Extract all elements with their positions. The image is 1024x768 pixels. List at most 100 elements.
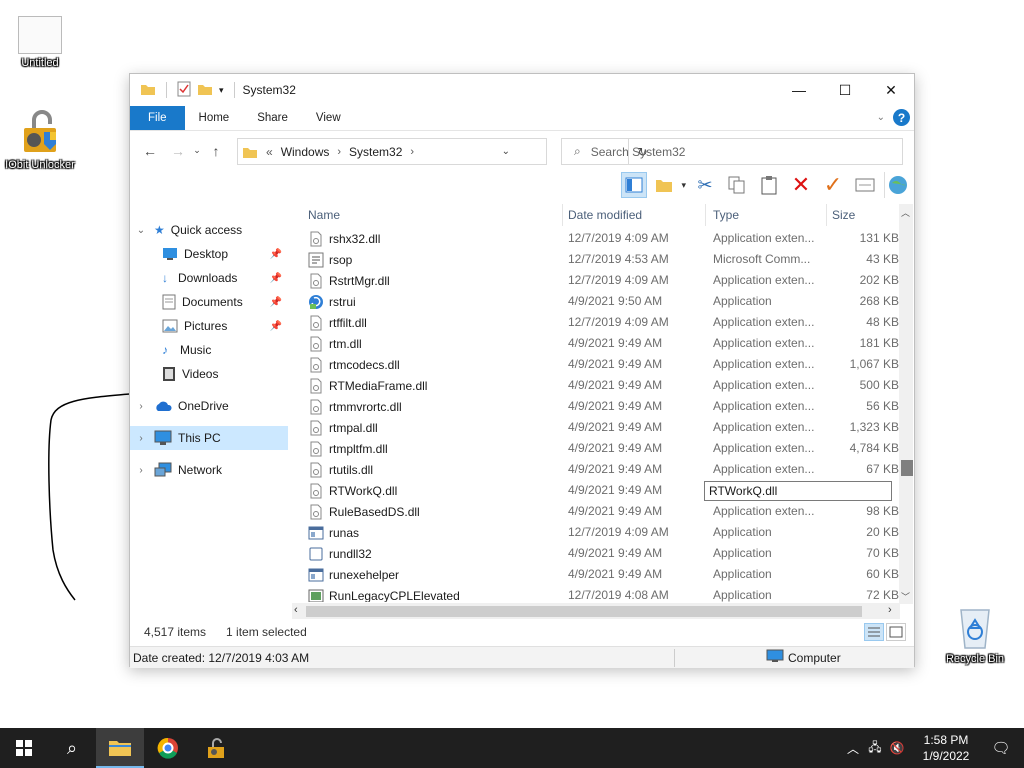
chevron-right-icon[interactable]: › xyxy=(134,401,148,412)
copy-icon[interactable] xyxy=(724,172,750,198)
file-type: Application xyxy=(713,525,772,539)
horizontal-scrollbar[interactable]: ‹ › xyxy=(292,603,900,619)
notifications-icon[interactable]: 🗨 xyxy=(990,739,1012,757)
file-row[interactable]: RstrtMgr.dll 12/7/2019 4:09 AM Application… xyxy=(300,270,900,291)
file-row[interactable]: rshx32.dll 12/7/2019 4:09 AM Application e… xyxy=(300,228,900,249)
scroll-thumb[interactable] xyxy=(306,606,862,617)
nav-desktop[interactable]: Desktop 📌 xyxy=(130,242,288,266)
vertical-scrollbar[interactable]: ︿ ﹀ xyxy=(899,204,913,604)
folder-icon xyxy=(109,741,131,756)
file-row[interactable]: rstrui 4/9/2021 9:50 AM Application 268 KB xyxy=(300,291,900,312)
properties-icon[interactable] xyxy=(177,81,191,100)
search-box[interactable]: ⌕ Search System32 xyxy=(561,138,903,165)
large-icons-view-icon[interactable] xyxy=(886,623,906,641)
restore-file-icon xyxy=(308,294,324,310)
file-row[interactable]: RTWorkQ.dll 4/9/2021 9:49 AM RTWorkQ.dll xyxy=(300,480,900,501)
file-row[interactable]: runas 12/7/2019 4:09 AM Application 20 KB xyxy=(300,522,900,543)
tab-share[interactable]: Share xyxy=(243,106,302,130)
start-button[interactable] xyxy=(0,728,48,768)
forward-button[interactable]: → xyxy=(166,143,190,159)
network-status-icon[interactable]: 🖧 xyxy=(864,738,886,759)
chevron-right-icon[interactable]: › xyxy=(134,465,148,476)
file-row[interactable]: runexehelper 4/9/2021 9:49 AM Application 6… xyxy=(300,564,900,585)
delete-icon[interactable]: ✕ xyxy=(788,172,814,198)
nav-music[interactable]: ♪ Music xyxy=(130,338,288,362)
nav-downloads[interactable]: ↓ Downloads 📌 xyxy=(130,266,288,290)
details-view-icon[interactable] xyxy=(864,623,884,641)
back-button[interactable]: ← xyxy=(138,143,162,159)
volume-muted-icon[interactable]: 🔇 xyxy=(886,741,908,755)
file-row[interactable]: rtmpltfm.dll 4/9/2021 9:49 AM Application … xyxy=(300,438,900,459)
breadcrumb-overflow[interactable]: « xyxy=(266,145,273,159)
nav-documents[interactable]: Documents 📌 xyxy=(130,290,288,314)
scroll-right-icon[interactable]: › xyxy=(888,604,892,616)
new-item-dropdown-icon[interactable]: ▾ xyxy=(681,180,686,191)
chevron-right-icon[interactable]: › xyxy=(410,146,414,158)
search-button[interactable]: ⌕ xyxy=(48,728,96,768)
desktop-icon-recycle-bin[interactable]: Recycle Bin xyxy=(935,602,1015,666)
column-name[interactable]: Name xyxy=(308,208,340,222)
expand-ribbon-icon[interactable]: ⌄ xyxy=(877,112,885,123)
file-row[interactable]: rtmcodecs.dll 4/9/2021 9:49 AM Application… xyxy=(300,354,900,375)
file-row[interactable]: RunLegacyCPLElevated 12/7/2019 4:08 AM App… xyxy=(300,585,900,602)
breadcrumb-system32[interactable]: System32 xyxy=(349,145,402,159)
desktop-icon-untitled[interactable]: Untitled xyxy=(0,16,80,70)
tab-view[interactable]: View xyxy=(302,106,355,130)
scroll-down-icon[interactable]: ﹀ xyxy=(901,590,910,603)
column-date-modified[interactable]: Date modified xyxy=(568,208,642,222)
iobit-unlocker-taskbar-button[interactable] xyxy=(192,728,240,768)
column-type[interactable]: Type xyxy=(713,208,739,222)
up-button[interactable]: ↑ xyxy=(204,143,228,159)
help-icon[interactable]: ? xyxy=(893,109,910,126)
globe-icon[interactable] xyxy=(884,172,910,198)
file-row[interactable]: RuleBasedDS.dll 4/9/2021 9:49 AM Applicati… xyxy=(300,501,900,522)
minimize-button[interactable]: — xyxy=(776,74,822,106)
file-row[interactable]: rsop 12/7/2019 4:53 AM Microsoft Comm... 43… xyxy=(300,249,900,270)
paste-icon[interactable] xyxy=(756,172,782,198)
tab-file[interactable]: File xyxy=(130,106,185,130)
nav-network[interactable]: › Network xyxy=(130,458,288,482)
customize-toolbar-icon[interactable]: ▾ xyxy=(219,85,224,96)
file-name: rtmcodecs.dll xyxy=(308,357,400,373)
file-row[interactable]: rtmpal.dll 4/9/2021 9:49 AM Application ex… xyxy=(300,417,900,438)
rename-check-icon[interactable]: ✓ xyxy=(820,172,846,198)
cut-icon[interactable]: ✂ xyxy=(692,172,718,198)
file-row[interactable]: rtmmvrortc.dll 4/9/2021 9:49 AM Applicatio… xyxy=(300,396,900,417)
preview-pane-icon[interactable] xyxy=(621,172,648,198)
file-row[interactable]: rtffilt.dll 12/7/2019 4:09 AM Application … xyxy=(300,312,900,333)
chevron-right-icon[interactable]: › xyxy=(134,433,148,444)
close-button[interactable]: ✕ xyxy=(868,74,914,106)
new-item-icon[interactable] xyxy=(653,172,675,198)
rename-input[interactable]: RTWorkQ.dll xyxy=(704,481,892,501)
file-row[interactable]: RTMediaFrame.dll 4/9/2021 9:49 AM Applicat… xyxy=(300,375,900,396)
breadcrumb-windows[interactable]: Windows xyxy=(281,145,330,159)
scroll-left-icon[interactable]: ‹ xyxy=(294,604,298,616)
recent-locations-icon[interactable]: ⌄ xyxy=(190,145,204,156)
clock[interactable]: 1:58 PM 1/9/2022 xyxy=(916,732,976,764)
new-folder-icon[interactable] xyxy=(197,82,213,99)
file-row[interactable]: rtm.dll 4/9/2021 9:49 AM Application exten… xyxy=(300,333,900,354)
file-explorer-taskbar-button[interactable] xyxy=(96,728,144,768)
nav-videos[interactable]: Videos xyxy=(130,362,288,386)
column-size[interactable]: Size xyxy=(832,208,855,222)
scroll-thumb[interactable] xyxy=(901,460,913,476)
nav-quick-access[interactable]: ⌄ ★ Quick access xyxy=(130,218,288,242)
file-row[interactable]: rtutils.dll 4/9/2021 9:49 AM Application e… xyxy=(300,459,900,480)
maximize-button[interactable]: ☐ xyxy=(822,74,868,106)
scroll-up-icon[interactable]: ︿ xyxy=(901,206,910,219)
chevron-right-icon[interactable]: › xyxy=(337,146,341,158)
chevron-up-icon[interactable]: ︿ xyxy=(842,740,864,757)
file-row[interactable]: rundll32 4/9/2021 9:49 AM Application 70 KB xyxy=(300,543,900,564)
dll-file-icon xyxy=(308,462,324,478)
file-name-text: rshx32.dll xyxy=(329,232,381,246)
properties-icon[interactable] xyxy=(852,172,878,198)
address-bar[interactable]: « Windows › System32 › ⌄ ↻ xyxy=(237,138,648,165)
chevron-down-icon[interactable]: ⌄ xyxy=(134,225,148,236)
address-dropdown-icon[interactable]: ⌄ xyxy=(502,146,510,157)
nav-pictures[interactable]: Pictures 📌 xyxy=(130,314,288,338)
desktop-icon-iobit-unlocker[interactable]: IObit Unlocker xyxy=(0,108,80,172)
nav-this-pc[interactable]: › This PC xyxy=(130,426,288,450)
chrome-taskbar-button[interactable] xyxy=(144,728,192,768)
nav-onedrive[interactable]: › OneDrive xyxy=(130,394,288,418)
tab-home[interactable]: Home xyxy=(185,106,244,130)
